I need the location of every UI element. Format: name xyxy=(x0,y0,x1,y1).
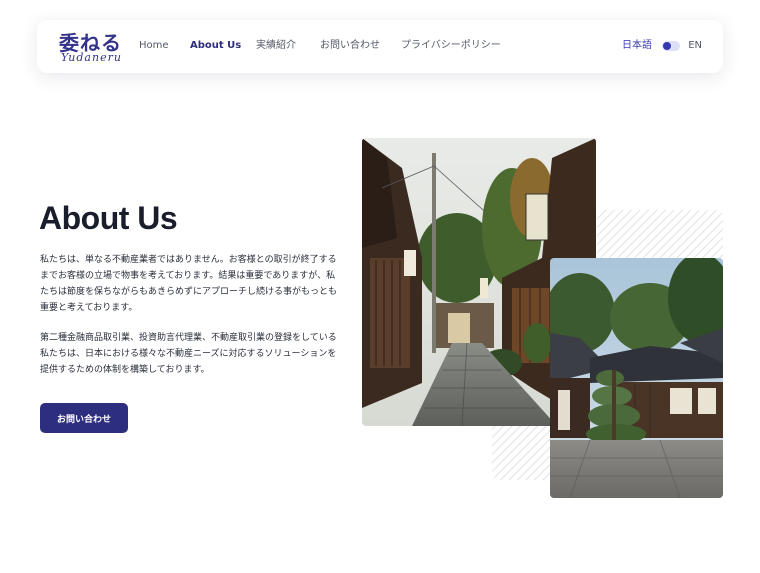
nav-works[interactable]: 実績紹介 xyxy=(256,39,296,53)
logo[interactable]: 委ねる Yudaneru xyxy=(59,27,121,67)
about-paragraph-1: 私たちは、単なる不動産業者ではありません。お客様との取引が終了するまでお客様の立… xyxy=(40,255,338,313)
site-header: 委ねる Yudaneru Home About Us 実績紹介 お問い合わせ プ… xyxy=(37,20,723,73)
contact-button[interactable]: お問い合わせ xyxy=(40,403,128,433)
decorative-hatch-top xyxy=(597,210,723,262)
page-title: About Us xyxy=(39,200,178,236)
toggle-knob xyxy=(663,42,671,50)
nav-home[interactable]: Home xyxy=(139,39,169,53)
logo-subtitle: Yudaneru xyxy=(61,51,122,64)
japanese-temple-photo xyxy=(550,258,723,498)
decorative-hatch-bottom xyxy=(492,420,552,480)
nav-contact[interactable]: お問い合わせ xyxy=(320,39,380,53)
language-switcher: 日本語 EN xyxy=(612,39,702,53)
nav-privacy-policy[interactable]: プライバシーポリシー xyxy=(401,39,501,53)
language-toggle[interactable] xyxy=(662,41,680,51)
about-paragraph-2: 第二種金融商品取引業、投資助言代理業、不動産取引業の登録をしている私たちは、日本… xyxy=(40,333,337,375)
lang-ja-label[interactable]: 日本語 xyxy=(622,39,652,53)
lang-en-label[interactable]: EN xyxy=(688,39,702,53)
nav-about-us[interactable]: About Us xyxy=(190,39,241,53)
